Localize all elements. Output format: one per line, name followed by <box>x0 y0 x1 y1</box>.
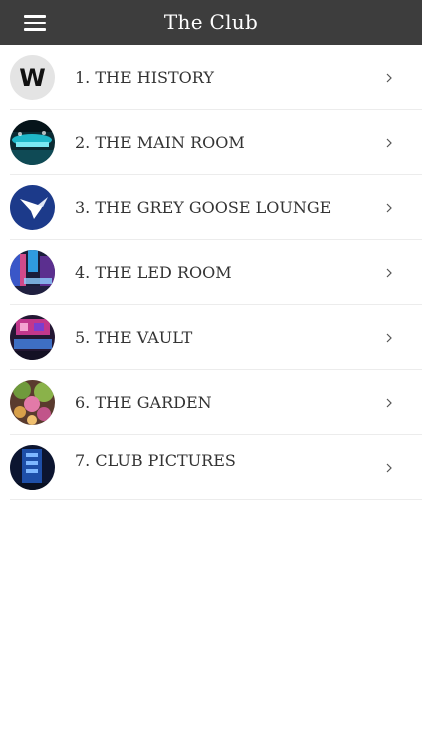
list-item-label: 5. THE VAULT <box>75 328 193 347</box>
list-item-label: 6. THE GARDEN <box>75 393 212 412</box>
list-item-club-pictures[interactable]: 7. CLUB PICTURES <box>0 435 422 500</box>
led-room-thumbnail <box>10 250 55 295</box>
chevron-right-icon <box>386 73 392 83</box>
nav-bar: The Club <box>0 0 422 45</box>
list-item-led-room[interactable]: 4. THE LED ROOM <box>0 240 422 305</box>
club-menu-list: W 1. THE HISTORY 2. THE MAIN ROOM 3. THE… <box>0 45 422 500</box>
chevron-right-icon <box>386 138 392 148</box>
row-divider <box>10 499 422 500</box>
main-room-thumbnail <box>10 120 55 165</box>
chevron-right-icon <box>386 398 392 408</box>
app-screen: The Club W 1. THE HISTORY 2. THE MAIN RO… <box>0 0 422 750</box>
grey-goose-logo-thumbnail <box>10 185 55 230</box>
chevron-right-icon <box>386 463 392 473</box>
chevron-right-icon <box>386 333 392 343</box>
list-item-label: 1. THE HISTORY <box>75 68 214 87</box>
chevron-right-icon <box>386 203 392 213</box>
list-item-garden[interactable]: 6. THE GARDEN <box>0 370 422 435</box>
list-item-label: 7. CLUB PICTURES <box>75 451 236 470</box>
list-item-grey-goose-lounge[interactable]: 3. THE GREY GOOSE LOUNGE <box>0 175 422 240</box>
list-item-vault[interactable]: 5. THE VAULT <box>0 305 422 370</box>
club-pictures-thumbnail <box>10 445 55 490</box>
list-item-label: 2. THE MAIN ROOM <box>75 133 245 152</box>
vault-thumbnail <box>10 315 55 360</box>
page-title: The Club <box>163 10 259 34</box>
svg-text:W: W <box>19 64 45 92</box>
list-item-label: 3. THE GREY GOOSE LOUNGE <box>75 198 332 217</box>
list-item-label: 4. THE LED ROOM <box>75 263 232 282</box>
w-logo-thumbnail: W <box>10 55 55 100</box>
list-item-main-room[interactable]: 2. THE MAIN ROOM <box>0 110 422 175</box>
list-item-history[interactable]: W 1. THE HISTORY <box>0 45 422 110</box>
chevron-right-icon <box>386 268 392 278</box>
garden-thumbnail <box>10 380 55 425</box>
